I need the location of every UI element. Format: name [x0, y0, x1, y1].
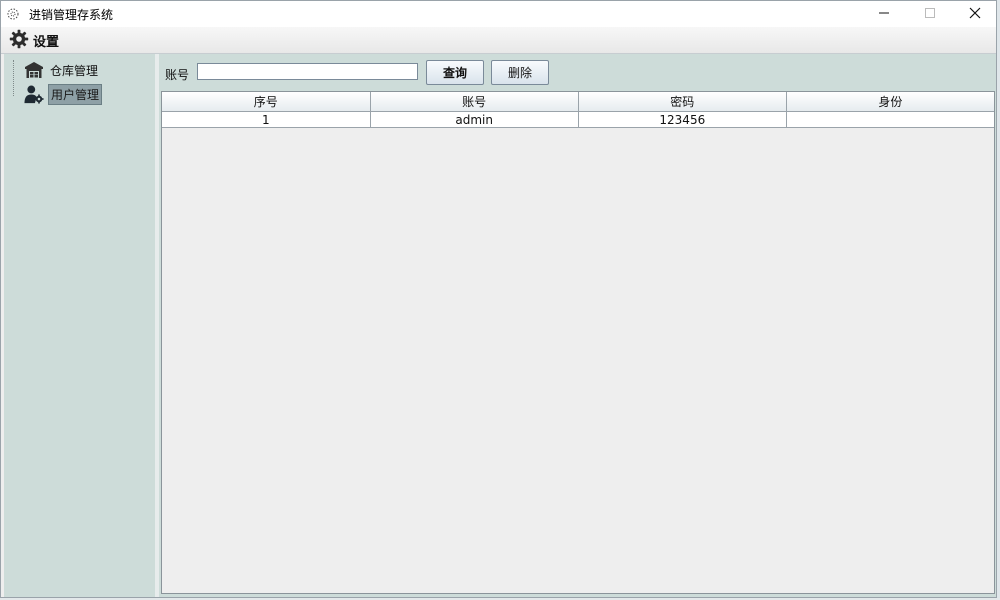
sidebar-item-label: 用户管理	[48, 83, 103, 105]
query-button[interactable]: 查询	[426, 60, 484, 85]
table-cell[interactable]: admin	[370, 111, 579, 128]
window-title: 进销管理存系统	[29, 8, 114, 22]
app-window: 进销管理存系统 设置 仓库管理 用户管理 账号 查询 删除 序号 账号 密码 身…	[0, 0, 997, 598]
sidebar-item-warehouse[interactable]: 仓库管理	[24, 60, 100, 80]
table-header-row: 序号 账号 密码 身份	[162, 92, 994, 112]
gear-icon	[9, 29, 29, 52]
table-cell[interactable]: 123456	[578, 111, 787, 128]
close-icon	[969, 7, 981, 22]
app-icon	[6, 7, 20, 21]
column-header[interactable]: 序号	[162, 92, 371, 112]
users-table: 序号 账号 密码 身份 1 admin 123456	[161, 91, 995, 594]
maximize-icon	[924, 7, 936, 22]
close-button[interactable]	[952, 1, 996, 27]
table-row[interactable]: 1 admin 123456	[162, 111, 994, 128]
table-cell[interactable]	[786, 111, 994, 128]
column-header[interactable]: 账号	[370, 92, 579, 112]
maximize-button[interactable]	[907, 1, 953, 27]
sidebar-tree: 仓库管理 用户管理	[4, 54, 155, 597]
column-header[interactable]: 密码	[578, 92, 787, 112]
table-cell[interactable]: 1	[162, 111, 371, 128]
settings-menu-label: 设置	[33, 34, 60, 50]
sidebar-item-users[interactable]: 用户管理	[24, 83, 103, 105]
sidebar-item-label: 仓库管理	[50, 63, 99, 78]
minimize-button[interactable]	[861, 1, 907, 27]
tree-connector	[13, 60, 15, 96]
account-label: 账号	[165, 68, 190, 82]
user-management-panel: 账号 查询 删除 序号 账号 密码 身份 1 admin 123456	[159, 54, 996, 597]
account-search-input[interactable]	[197, 63, 418, 80]
settings-menu[interactable]: 设置	[9, 29, 63, 51]
user-settings-icon	[24, 84, 44, 104]
warehouse-icon	[24, 60, 44, 80]
column-header[interactable]: 身份	[786, 92, 994, 112]
title-bar[interactable]: 进销管理存系统	[1, 1, 996, 27]
minimize-icon	[878, 7, 890, 22]
delete-button[interactable]: 删除	[491, 60, 549, 85]
menu-bar: 设置	[1, 27, 996, 54]
